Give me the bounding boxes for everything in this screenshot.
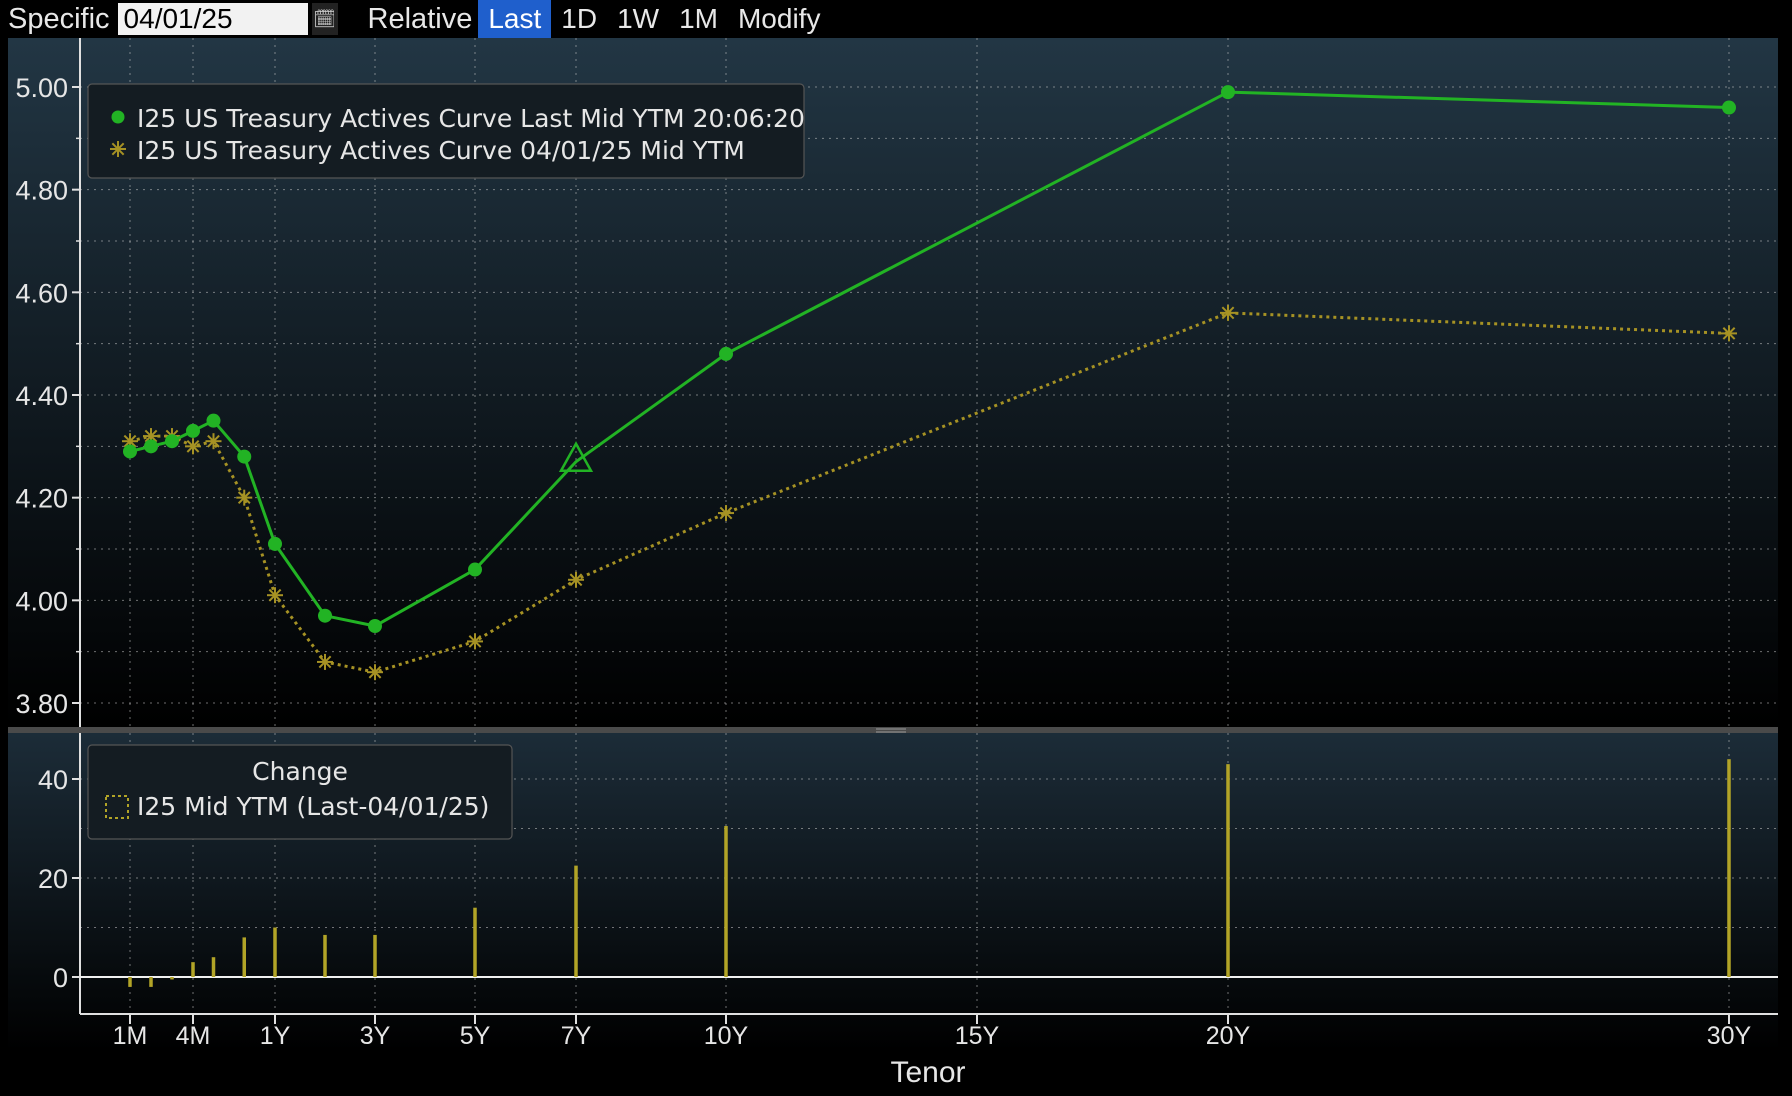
legend-current-label: I25 US Treasury Actives Curve Last Mid Y…	[137, 104, 805, 133]
1w-button[interactable]: 1W	[607, 0, 669, 38]
last-button[interactable]: Last	[478, 0, 552, 38]
top-legend[interactable]: I25 US Treasury Actives Curve Last Mid Y…	[87, 83, 805, 179]
legend-prior-swatch	[110, 141, 126, 157]
legend-prior-label: I25 US Treasury Actives Curve 04/01/25 M…	[137, 136, 745, 165]
1d-button[interactable]: 1D	[551, 0, 607, 38]
bottom-y-tick-label: 0	[53, 963, 68, 993]
prior-point	[568, 571, 584, 588]
x-axis-title: Tenor	[890, 1056, 965, 1089]
top-y-tick-label: 4.00	[15, 586, 68, 616]
change-bar	[191, 962, 195, 977]
right-edge	[1786, 38, 1792, 1096]
legend-current-swatch	[111, 110, 125, 124]
bottom-legend[interactable]: Change I25 Mid YTM (Last-04/01/25)	[87, 744, 513, 840]
date-input[interactable]	[117, 3, 308, 35]
current-point	[268, 536, 282, 551]
prior-point	[1721, 325, 1737, 342]
current-point	[368, 619, 382, 633]
bottom-legend-title: Change	[252, 757, 348, 786]
prior-point	[317, 653, 333, 670]
legend-change-label: I25 Mid YTM (Last-04/01/25)	[137, 792, 489, 821]
top-y-tick-label: 4.60	[15, 278, 68, 308]
x-tick-label: 4M	[176, 1022, 211, 1050]
prior-point	[185, 438, 201, 455]
change-bar	[128, 977, 132, 987]
current-point	[165, 434, 179, 449]
change-bar	[273, 927, 277, 977]
prior-point	[467, 633, 483, 650]
change-bar	[1226, 764, 1230, 977]
top-y-tick-label: 4.80	[15, 176, 68, 206]
change-bar	[211, 957, 216, 977]
prior-point	[1220, 304, 1236, 321]
change-bar	[323, 934, 327, 977]
x-tick-label: 1M	[113, 1022, 148, 1050]
legend-prior-star	[110, 141, 126, 157]
x-tick-label: 5Y	[460, 1022, 491, 1050]
change-bar	[149, 977, 153, 987]
current-point	[123, 444, 137, 459]
change-bar	[473, 907, 477, 977]
top-y-tick-label: 3.80	[15, 689, 68, 719]
prior-point	[205, 433, 222, 450]
x-tick-label: 7Y	[561, 1022, 592, 1050]
bottom-y-tick-label: 40	[38, 765, 68, 795]
current-point	[468, 562, 482, 577]
current-point	[186, 423, 200, 438]
current-point	[237, 449, 252, 464]
change-bar	[242, 937, 246, 977]
x-tick-label: 30Y	[1707, 1022, 1752, 1050]
prior-point	[267, 587, 283, 604]
prior-point	[718, 505, 734, 522]
current-point	[206, 413, 221, 428]
x-tick-label: 3Y	[360, 1022, 391, 1050]
prior-point	[367, 664, 383, 681]
change-bar	[170, 977, 174, 980]
current-point	[318, 608, 332, 623]
prior-point	[236, 489, 253, 506]
x-tick-label: 15Y	[955, 1022, 1000, 1050]
top-y-tick-label: 4.40	[15, 381, 68, 411]
modify-button[interactable]: Modify	[728, 0, 830, 38]
x-tick-label: 10Y	[704, 1022, 749, 1050]
current-point	[1722, 100, 1736, 115]
x-tick-label: 1Y	[260, 1022, 291, 1050]
current-point	[719, 346, 733, 361]
calendar-icon[interactable]: 🗓	[311, 3, 338, 35]
top-y-tick-label: 4.20	[15, 484, 68, 514]
change-bar	[1727, 759, 1731, 977]
bottom-y-tick-label: 20	[38, 864, 68, 894]
x-tick-label: 20Y	[1206, 1022, 1251, 1050]
1m-button[interactable]: 1M	[669, 0, 728, 38]
specific-label: Specific	[8, 3, 110, 35]
current-point	[1221, 85, 1235, 100]
current-point	[144, 439, 158, 454]
toolbar: Specific 🗓 Relative Last 1D 1W 1M Modify	[0, 0, 1792, 38]
yield-curve-chart: 5.00 4.80 4.60 4.40 4.20 4.00 3.80 40 20 0 1M 4M 1…	[8, 38, 1778, 1089]
change-bar	[574, 865, 578, 977]
change-bar	[724, 826, 728, 977]
relative-label: Relative	[367, 3, 473, 35]
change-bar	[373, 934, 377, 977]
top-y-tick-label: 5.00	[15, 73, 68, 103]
